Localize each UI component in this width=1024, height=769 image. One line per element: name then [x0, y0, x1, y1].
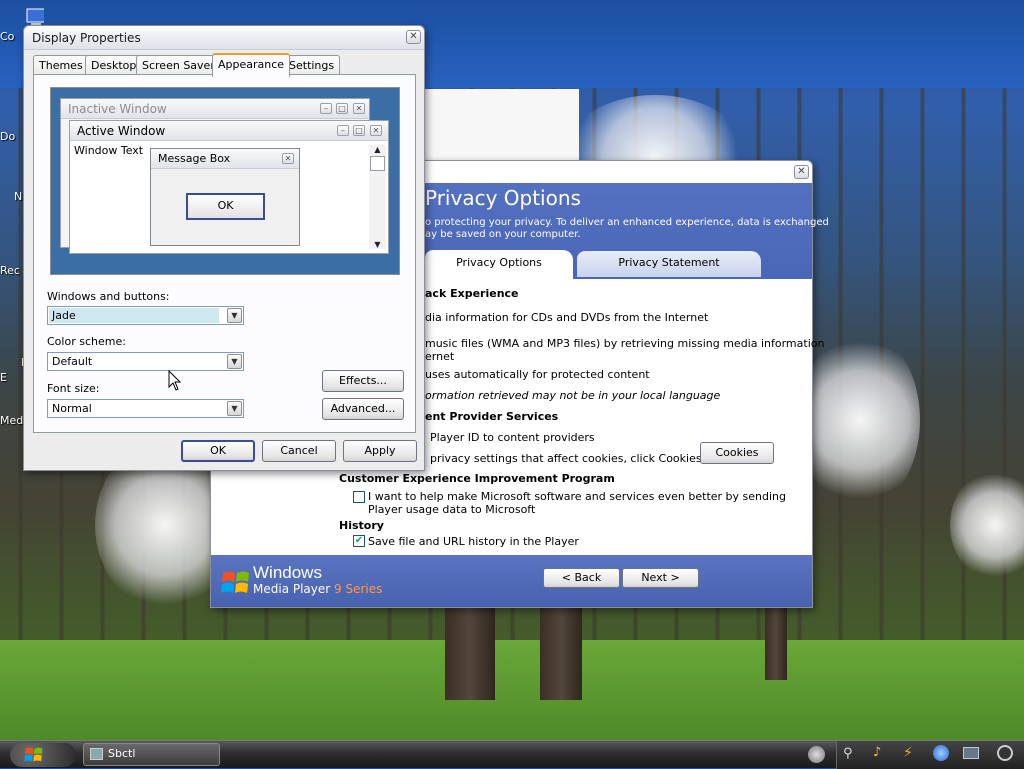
windows-flag-icon — [24, 747, 43, 762]
wmp-footer-band: Windows Media Player 9 Series < Back Nex… — [211, 555, 812, 607]
wmp-intro-line: o protecting your privacy. To deliver an… — [425, 217, 829, 228]
close-icon: ✕ — [370, 125, 382, 136]
tab-screen-saver[interactable]: Screen Saver — [136, 55, 221, 75]
display-properties-dialog: Display Properties ✕ Themes Desktop Scre… — [23, 25, 425, 471]
minimize-icon: – — [320, 103, 332, 114]
section-playback: ack Experience — [425, 287, 519, 300]
windows-flag-icon — [221, 571, 249, 593]
chevron-down-icon[interactable]: ▼ — [227, 354, 242, 369]
tab-appearance[interactable]: Appearance — [212, 53, 291, 77]
cancel-button[interactable]: Cancel — [262, 440, 336, 462]
dialog-title: Display Properties — [24, 26, 424, 50]
font-size-value: Normal — [52, 402, 92, 415]
tab-settings[interactable]: Settings — [283, 55, 341, 75]
tab-privacy-options[interactable]: Privacy Options — [425, 250, 573, 279]
wallpaper-blossom — [800, 330, 920, 510]
preview-scrollbar: ▲ ▼ — [369, 145, 386, 249]
taskbar-task-button[interactable]: Sbctl — [83, 743, 220, 766]
close-icon: ✕ — [282, 153, 294, 164]
wmp-intro-line: ay be saved on your computer. — [425, 229, 581, 240]
option-player-id[interactable]: Player ID to content providers — [430, 431, 595, 444]
tray-toggle-icon[interactable] — [808, 746, 825, 763]
close-icon: ✕ — [353, 103, 365, 114]
section-ceip: Customer Experience Improvement Program — [339, 472, 615, 485]
close-icon[interactable]: ✕ — [794, 165, 809, 179]
desktop-icon-label: Do — [0, 130, 16, 143]
font-size-select[interactable]: Normal ▼ — [47, 399, 244, 418]
windows-buttons-value: Jade — [49, 308, 219, 323]
advanced-button[interactable]: Advanced... — [322, 398, 404, 420]
maximize-icon: □ — [353, 125, 365, 136]
mouse-cursor-icon — [168, 370, 182, 391]
preview-message-box: Message Box ✕ OK — [150, 148, 300, 246]
effects-button[interactable]: Effects... — [322, 370, 404, 392]
start-button[interactable] — [10, 743, 76, 767]
desktop-icon-label: Rec — [0, 264, 20, 277]
cookies-button[interactable]: Cookies — [700, 442, 774, 464]
tab-themes[interactable]: Themes — [33, 55, 89, 75]
logo-media-player-text: Media Player — [253, 582, 331, 596]
taskbar-task-label: Sbctl — [108, 747, 136, 760]
color-scheme-label: Color scheme: — [47, 335, 126, 348]
power-icon[interactable]: ⚡ — [903, 745, 913, 761]
system-tray: ⚲ ♪ ⚡ — [836, 741, 1024, 769]
option-media-info[interactable]: dia information for CDs and DVDs from th… — [425, 311, 708, 324]
scroll-thumb — [370, 156, 385, 171]
font-size-label: Font size: — [47, 382, 100, 395]
scroll-up-icon: ▲ — [374, 145, 381, 154]
preview-message-title: Message Box — [151, 149, 299, 169]
ceip-label[interactable]: I want to help make Microsoft software a… — [368, 490, 786, 503]
wallpaper-trunk — [765, 600, 787, 680]
tab-privacy-statement[interactable]: Privacy Statement — [577, 251, 761, 277]
windows-buttons-label: Windows and buttons: — [47, 290, 170, 303]
preview-ok-button: OK — [186, 193, 265, 220]
ceip-checkbox[interactable] — [353, 491, 365, 503]
bell-icon[interactable]: ♪ — [873, 745, 881, 760]
desktop-icon-label: Co — [0, 30, 15, 43]
scroll-down-icon: ▼ — [374, 240, 381, 249]
option-licenses[interactable]: uses automatically for protected content — [425, 368, 650, 381]
option-music-files-line2: ernet — [425, 350, 455, 363]
taskbar: Sbctl ⚲ ♪ ⚡ — [0, 740, 1024, 769]
note-language: ormation retrieved may not be in your lo… — [425, 389, 721, 402]
clock-icon[interactable] — [997, 745, 1013, 761]
color-scheme-select[interactable]: Default ▼ — [47, 352, 244, 371]
history-label[interactable]: Save file and URL history in the Player — [368, 535, 579, 548]
maximize-icon: □ — [336, 103, 348, 114]
tab-desktop[interactable]: Desktop — [85, 55, 143, 75]
logo-media-player: Media Player 9 Series — [253, 582, 382, 596]
back-button[interactable]: < Back — [543, 568, 620, 588]
appearance-tab-page: Inactive Window – □ ✕ Active Window – □ … — [33, 74, 416, 433]
cookies-description: privacy settings that affect cookies, cl… — [430, 452, 702, 465]
close-icon[interactable]: ✕ — [406, 30, 421, 44]
wallpaper-lawn — [0, 640, 1024, 740]
wallpaper-trunk — [540, 600, 582, 700]
color-scheme-value: Default — [52, 355, 93, 368]
wmp-heading: Privacy Options — [425, 186, 581, 210]
option-music-files[interactable]: music files (WMA and MP3 files) by retri… — [425, 337, 824, 350]
preview-window-text: Window Text — [74, 144, 144, 157]
chevron-down-icon[interactable]: ▼ — [227, 401, 242, 416]
logo-windows: Windows — [253, 563, 322, 582]
section-history: History — [339, 519, 384, 532]
minimize-icon: – — [337, 125, 349, 136]
display-icon[interactable] — [963, 747, 979, 759]
history-checkbox[interactable]: ✔ — [353, 535, 365, 547]
background-blank-window — [424, 89, 579, 161]
network-globe-icon[interactable] — [933, 745, 949, 761]
wallpaper-trunk — [445, 600, 495, 700]
ok-button[interactable]: OK — [181, 440, 255, 462]
chevron-down-icon[interactable]: ▼ — [227, 308, 242, 323]
logo-series: 9 Series — [334, 582, 383, 596]
app-icon — [90, 748, 103, 760]
ceip-label-line2: Player usage data to Microsoft — [368, 503, 536, 516]
apply-button[interactable]: Apply — [343, 440, 417, 462]
desktop-icon-label: Med — [0, 414, 24, 427]
search-icon[interactable]: ⚲ — [843, 746, 853, 761]
windows-buttons-select[interactable]: Jade ▼ — [47, 306, 244, 325]
section-content-provider: ent Provider Services — [425, 410, 559, 423]
appearance-preview: Inactive Window – □ ✕ Active Window – □ … — [50, 87, 400, 275]
next-button[interactable]: Next > — [622, 568, 699, 588]
desktop-icon-label: N — [14, 190, 23, 203]
